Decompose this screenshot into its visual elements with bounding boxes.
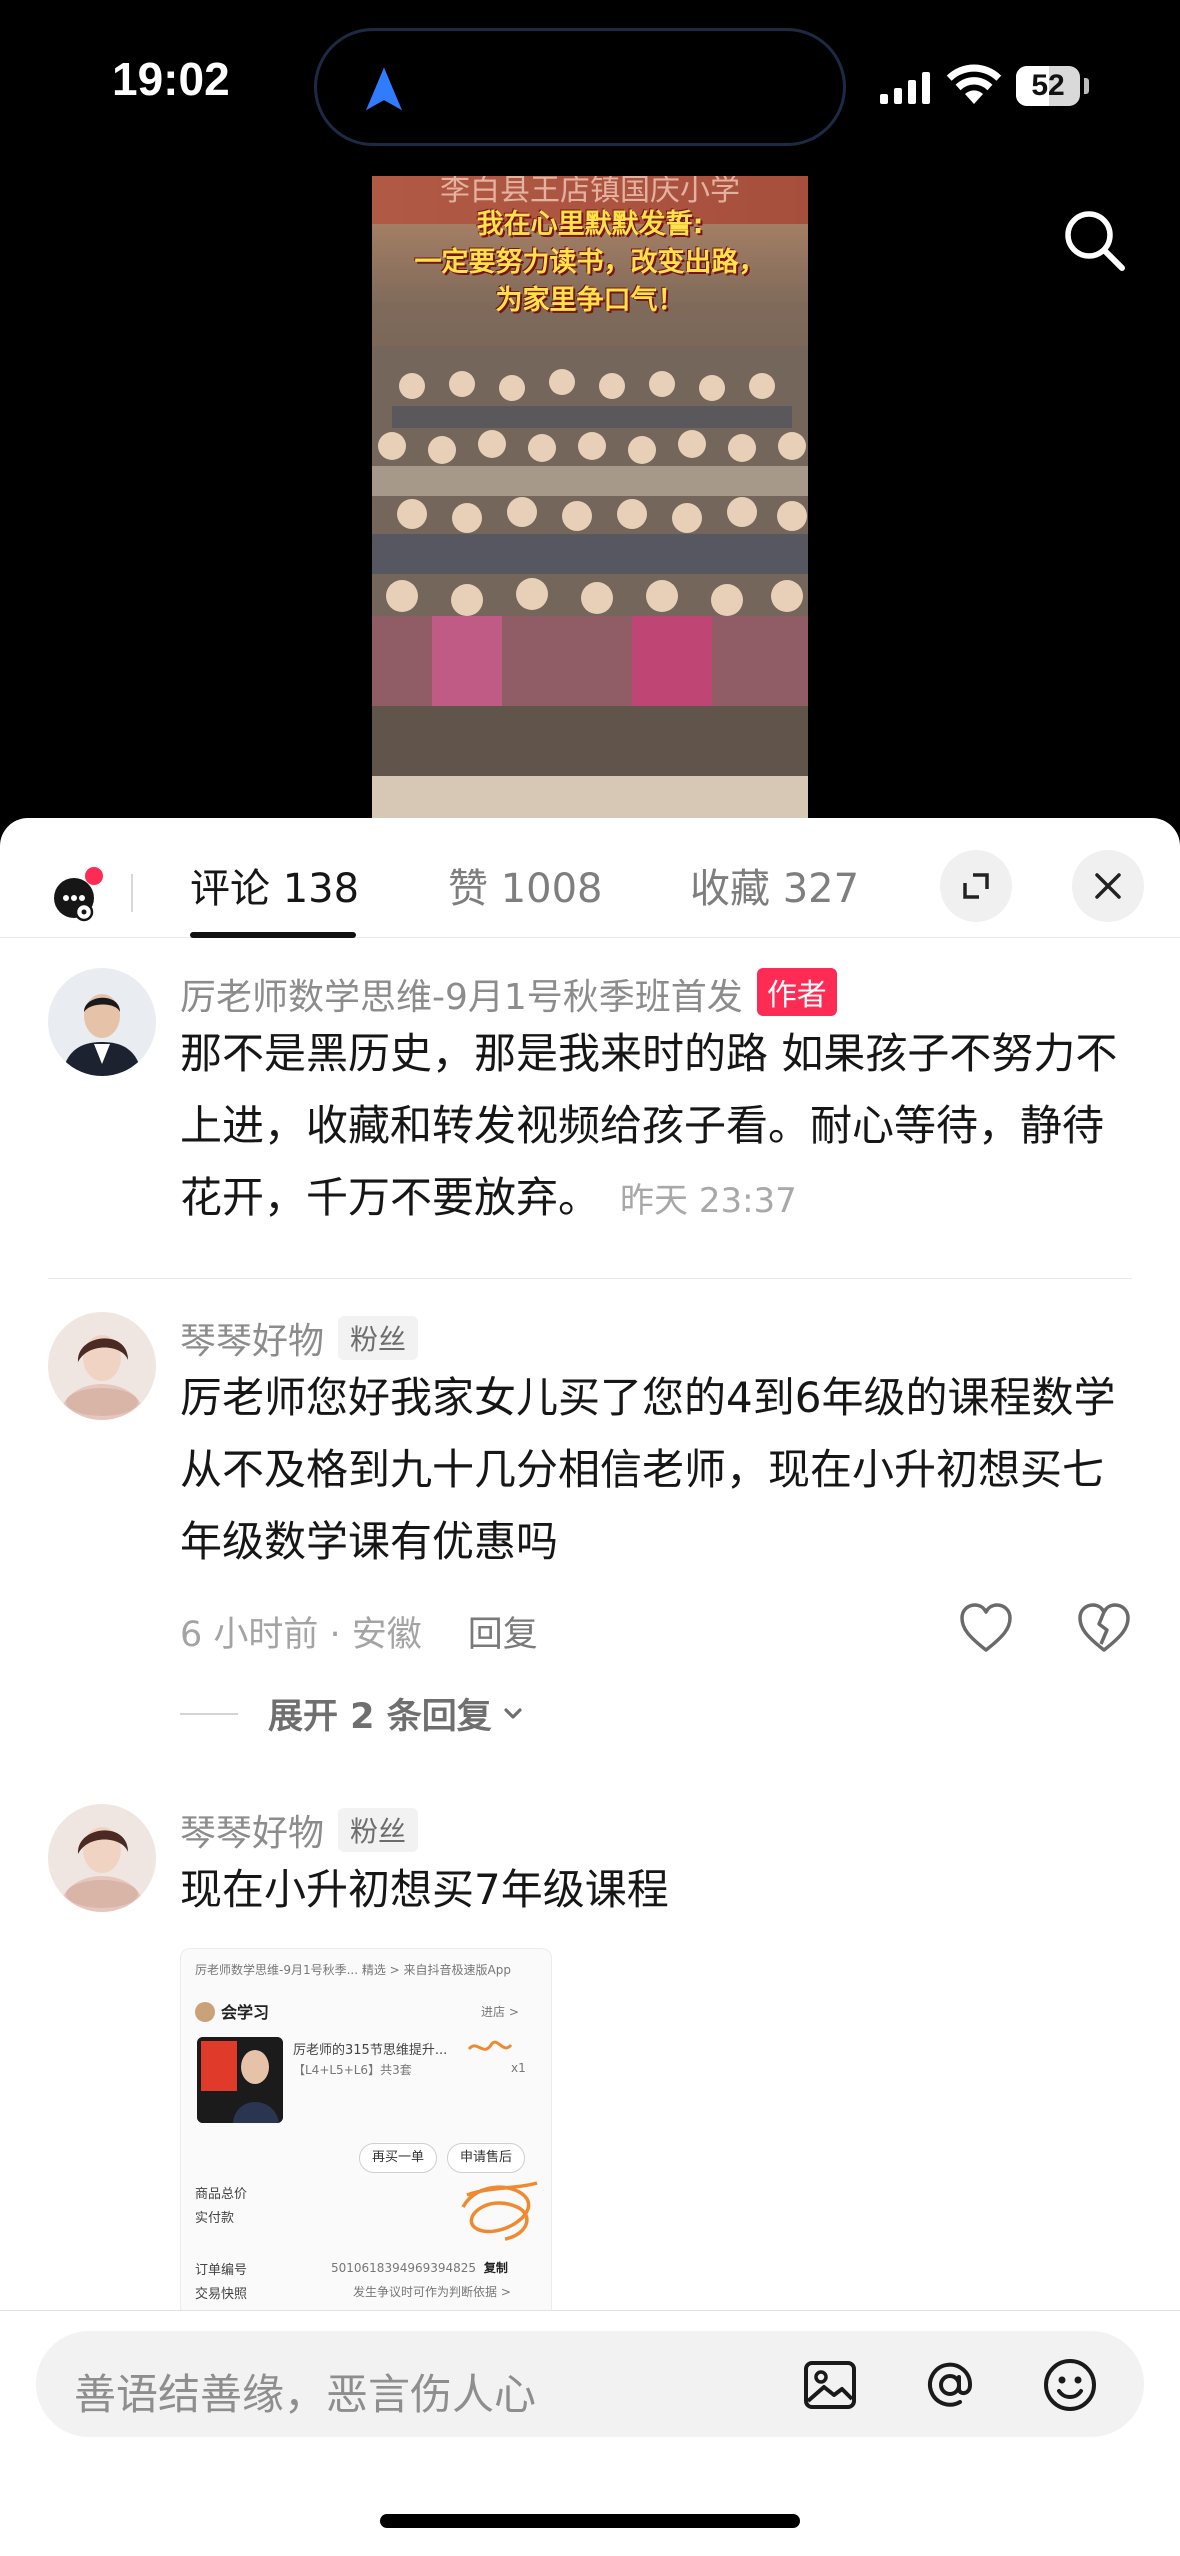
tab-divider xyxy=(131,874,133,912)
order-header: 厉老师数学思维-9月1号秋季... 精选 > 来自抖音极速版App xyxy=(195,1963,511,1977)
avatar[interactable] xyxy=(48,1804,156,1912)
class-photo xyxy=(372,346,808,826)
author-badge: 作者 xyxy=(756,968,837,1016)
fan-badge: 粉丝 xyxy=(338,1316,419,1360)
comment-time: 昨天 23:37 xyxy=(620,1181,797,1221)
close-icon xyxy=(1095,873,1121,899)
comment-input-placeholder[interactable]: 善语结善缘，恶言伤人心 xyxy=(74,2361,536,2422)
wifi-icon xyxy=(946,64,1002,104)
product-qty: x1 xyxy=(511,2061,526,2075)
video-player[interactable]: 李白县王店镇国庆小学 我在心里默默发誓: 一定要努力读书，改变出路， 为家里争口… xyxy=(372,176,808,826)
order-number-label: 订单编号 xyxy=(195,2263,248,2278)
redaction-scribble xyxy=(467,2040,513,2051)
shop-name: 会学习 xyxy=(195,1999,269,2023)
like-heart-icon[interactable] xyxy=(958,1602,1014,1654)
image-picker-icon[interactable] xyxy=(800,2355,860,2415)
cellular-signal-icon xyxy=(880,68,930,104)
tab-likes[interactable]: 赞 1008 xyxy=(448,856,603,914)
comment-text: 厉老师您好我家女儿买了您的4到6年级的课程数学从不及格到九十几分相信老师，现在小… xyxy=(180,1373,1116,1566)
comment-author[interactable]: 厉老师数学思维-9月1号秋季班首发 作者 xyxy=(180,968,837,1020)
reply-button[interactable]: 回复 xyxy=(468,1615,538,1655)
author-name[interactable]: 琴琴好物 xyxy=(180,1813,324,1854)
comment-tabbar: 评论 138 赞 1008 收藏 327 xyxy=(0,818,1180,938)
shop-link: 进店 > xyxy=(481,2005,519,2019)
expand-line xyxy=(180,1712,238,1715)
paid-label: 实付款 xyxy=(195,2211,235,2226)
rebuy-button: 再买一单 xyxy=(359,2143,438,2173)
photo-banner-text: 李白县王店镇国庆小学 xyxy=(440,176,740,208)
search-icon[interactable] xyxy=(1060,206,1130,276)
product-thumbnail xyxy=(197,2037,283,2123)
avatar[interactable] xyxy=(48,968,156,1076)
fan-badge: 粉丝 xyxy=(338,1808,419,1852)
order-number: 5010618394969394825 复制 xyxy=(331,2259,508,2276)
comment-text: 那不是黑历史，那是我来时的路 如果孩子不努力不上进，收藏和转发视频给孩子看。耐心… xyxy=(180,1018,1130,1237)
author-name[interactable]: 琴琴好物 xyxy=(180,1321,324,1362)
product-title: 厉老师的315节思维提升... xyxy=(293,2043,448,2058)
snapshot-label: 交易快照 xyxy=(195,2287,248,2302)
video-caption: 我在心里默默发誓: 一定要努力读书，改变出路， 为家里争口气！ xyxy=(372,206,808,320)
comment-meta: 6 小时前 · 安徽 回复 xyxy=(180,1606,538,1657)
comment-author[interactable]: 琴琴好物 粉丝 xyxy=(180,1312,419,1364)
expand-replies[interactable]: 展开 2 条回复 xyxy=(180,1688,528,1739)
caption-line: 一定要努力读书，改变出路， xyxy=(414,247,766,278)
total-label: 商品总价 xyxy=(195,2187,248,2202)
caption-line: 为家里争口气！ xyxy=(495,285,685,316)
comment-divider xyxy=(48,1278,1132,1279)
battery-level: 52 xyxy=(1031,69,1065,102)
navigation-arrow-icon xyxy=(366,67,402,111)
comment-text: 现在小升初想买7年级课程 xyxy=(180,1865,669,1914)
dislike-broken-heart-icon[interactable] xyxy=(1076,1602,1132,1654)
shop-name-label: 会学习 xyxy=(221,2003,270,2022)
comment-author[interactable]: 琴琴好物 粉丝 xyxy=(180,1804,419,1856)
after-sales-button: 申请售后 xyxy=(447,2143,526,2173)
expand-button[interactable] xyxy=(940,850,1012,922)
product-spec: 【L4+L5+L6】共3套 xyxy=(293,2063,412,2077)
mention-at-icon[interactable] xyxy=(920,2355,980,2415)
comment-image[interactable]: 厉老师数学思维-9月1号秋季... 精选 > 来自抖音极速版App 会学习 进店… xyxy=(180,1948,552,2320)
battery-nub xyxy=(1084,78,1089,94)
comment-time-location: 6 小时前 · 安徽 xyxy=(180,1615,422,1655)
status-time: 19:02 xyxy=(112,53,230,105)
copy-link: 复制 xyxy=(483,2261,508,2275)
expand-icon xyxy=(963,873,989,899)
avatar[interactable] xyxy=(48,1312,156,1420)
close-button[interactable] xyxy=(1072,850,1144,922)
comment-input[interactable]: 善语结善缘，恶言伤人心 xyxy=(36,2331,1144,2437)
snapshot-note: 发生争议时可作为判断依据 > xyxy=(353,2285,511,2299)
tab-favorites[interactable]: 收藏 327 xyxy=(690,856,859,914)
order-number-value: 5010618394969394825 xyxy=(331,2261,477,2275)
battery-indicator: 52 xyxy=(1016,66,1080,106)
caption-line: 我在心里默默发誓: xyxy=(476,209,704,240)
expand-replies-label[interactable]: 展开 2 条回复 xyxy=(268,1688,492,1739)
chat-bubble-settings-icon[interactable] xyxy=(48,864,108,924)
tab-comments[interactable]: 评论 138 xyxy=(190,856,359,914)
home-indicator xyxy=(380,2514,800,2528)
dynamic-island xyxy=(314,28,846,146)
chevron-down-icon xyxy=(504,1707,522,1719)
redaction-scribble xyxy=(461,2181,538,2241)
author-name[interactable]: 厉老师数学思维-9月1号秋季班首发 xyxy=(180,977,743,1018)
shop-avatar xyxy=(195,2002,215,2022)
active-tab-indicator xyxy=(190,932,356,938)
emoji-icon[interactable] xyxy=(1040,2355,1100,2415)
comment-sheet: 评论 138 赞 1008 收藏 327 厉老师数学思维-9月1号秋季班首发 作… xyxy=(0,818,1180,2556)
